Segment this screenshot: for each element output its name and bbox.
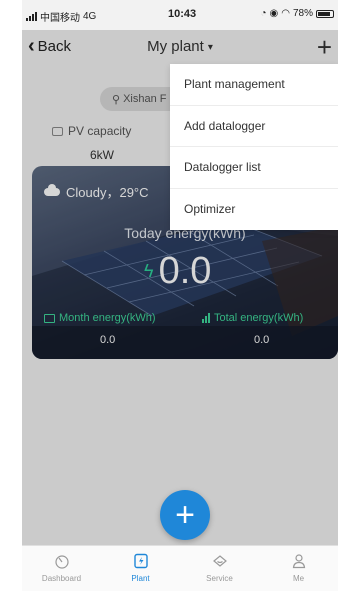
alarm-icon: ◔ xyxy=(260,8,267,19)
signal-icon xyxy=(26,12,37,21)
phone-screen: 中国移动 4G 10:43 ◔ ◉ ◠ 78% ‹ Back My plant ▾… xyxy=(22,0,338,591)
tab-bar: Dashboard Plant Service Me xyxy=(22,545,338,591)
menu-item-optimizer[interactable]: Optimizer xyxy=(170,189,338,231)
tab-me[interactable]: Me xyxy=(259,546,338,591)
tab-dashboard-label: Dashboard xyxy=(41,574,82,583)
me-icon xyxy=(290,552,308,570)
menu-item-add-datalogger[interactable]: Add datalogger xyxy=(170,106,338,147)
status-bar: 中国移动 4G 10:43 ◔ ◉ ◠ 78% xyxy=(22,0,338,30)
battery-percent: 78% xyxy=(292,8,313,19)
tab-service[interactable]: Service xyxy=(180,546,259,591)
plant-icon xyxy=(132,552,150,570)
tab-dashboard[interactable]: Dashboard xyxy=(22,546,101,591)
battery-icon xyxy=(316,9,334,18)
menu-item-plant-management[interactable]: Plant management xyxy=(170,64,338,106)
service-icon xyxy=(211,552,229,570)
add-dropdown-menu: Plant management Add datalogger Datalogg… xyxy=(170,64,338,230)
wifi-icon: ◠ xyxy=(281,8,290,19)
tab-plant[interactable]: Plant xyxy=(101,546,180,591)
network-type: 4G xyxy=(83,11,97,22)
status-right: ◔ ◉ ◠ 78% xyxy=(260,8,334,19)
carrier-name: 中国移动 xyxy=(40,13,80,24)
tab-service-label: Service xyxy=(206,574,233,583)
tab-me-label: Me xyxy=(292,574,305,583)
dashboard-icon xyxy=(53,552,71,570)
add-plant-button[interactable]: + xyxy=(160,490,210,540)
status-left: 中国移动 4G xyxy=(26,9,96,24)
tab-plant-label: Plant xyxy=(131,574,150,583)
location-status-icon: ◉ xyxy=(269,8,279,19)
status-time: 10:43 xyxy=(168,8,197,20)
menu-item-datalogger-list[interactable]: Datalogger list xyxy=(170,147,338,189)
